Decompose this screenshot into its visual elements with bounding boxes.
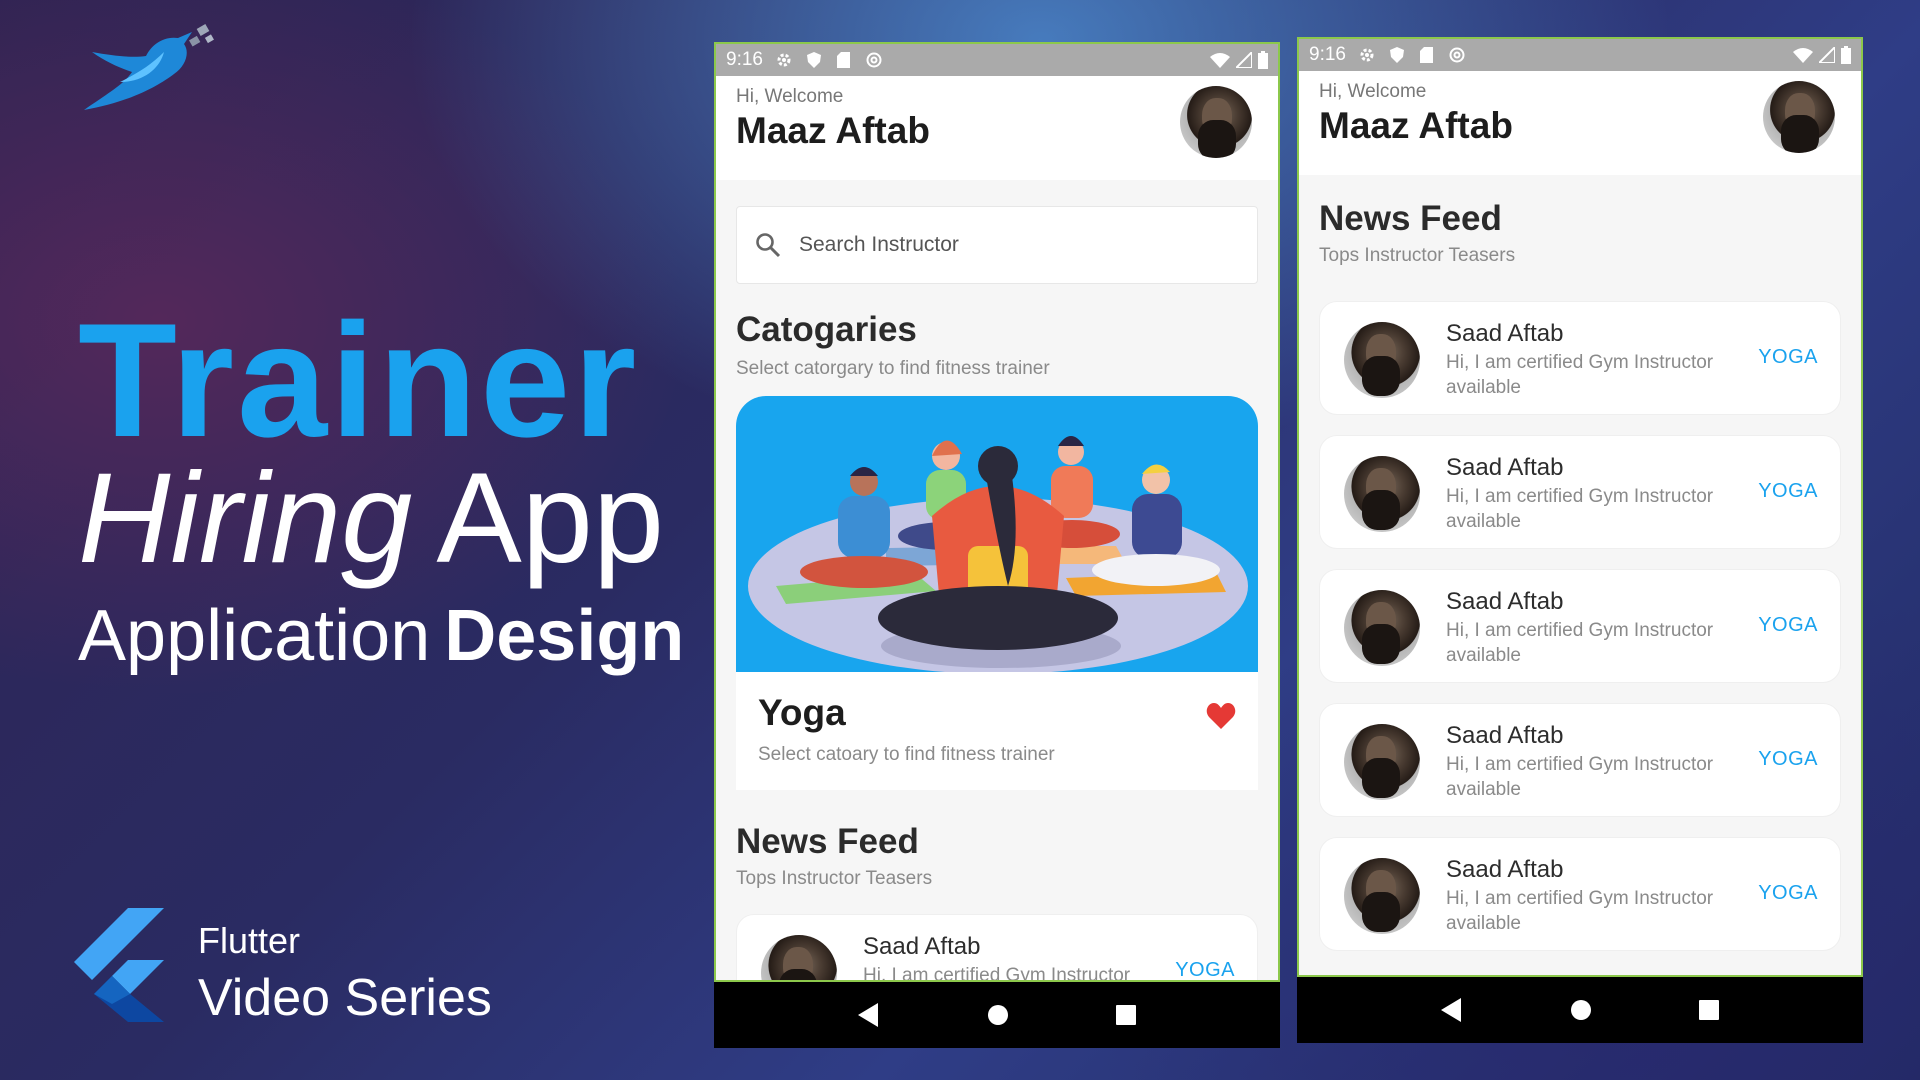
instructor-card[interactable]: Saad Aftab Hi, I am certified Gym Instru… <box>1319 301 1841 415</box>
search-placeholder: Search Instructor <box>799 233 959 256</box>
phone-home-screen: 9:16 Hi, Welcome Maaz Aftab Search Instr… <box>714 42 1280 1048</box>
instructor-avatar <box>1344 456 1420 532</box>
title-app: App <box>436 447 665 590</box>
navigation-bar <box>1297 977 1863 1043</box>
app-header: Hi, Welcome Maaz Aftab <box>1299 71 1861 175</box>
instructor-description: Hi, I am certified Gym Instructor availa… <box>1446 754 1714 800</box>
instructor-description: Hi, I am certified Gym Instructor availa… <box>1446 352 1714 398</box>
back-icon[interactable] <box>857 1003 880 1027</box>
app-screen: 9:16 Hi, Welcome Maaz Aftab Search Instr… <box>714 42 1280 982</box>
instructor-card[interactable]: Saad Aftab Hi, I am certified Gym Instru… <box>1319 703 1841 817</box>
yoga-illustration <box>736 396 1258 672</box>
bird-logo-icon <box>84 24 214 110</box>
category-card-title: Yoga <box>758 692 846 733</box>
title-hiring-app: Hiring App <box>78 455 664 583</box>
battery-icon <box>1258 51 1268 69</box>
search-input[interactable]: Search Instructor <box>736 206 1258 284</box>
instructor-card[interactable]: Saad Aftab Hi, I am certified Gym Instru… <box>736 914 1258 982</box>
news-feed-subtitle: Tops Instructor Teasers <box>736 868 933 889</box>
status-time: 9:16 <box>1309 44 1346 65</box>
instructor-category-tag[interactable]: YOGA <box>1175 959 1235 980</box>
instructor-category-tag[interactable]: YOGA <box>1758 882 1818 905</box>
signal-icon <box>1236 52 1252 68</box>
news-feed-title: News Feed <box>736 822 919 861</box>
instructor-category-tag[interactable]: YOGA <box>1758 480 1818 503</box>
title-hiring: Hiring <box>78 447 413 590</box>
subtitle-application: Application <box>78 596 431 676</box>
categories-subtitle: Select catorgary to find fitness trainer <box>736 358 1050 379</box>
status-right-icons <box>1210 51 1268 69</box>
categories-title: Catogaries <box>736 310 917 349</box>
subtitle-design: Design <box>444 596 685 676</box>
instructor-avatar <box>1344 590 1420 666</box>
series-title: Flutter <box>198 920 301 961</box>
greeting-text: Hi, Welcome <box>736 86 844 107</box>
shield-icon <box>805 51 823 69</box>
instructor-card[interactable]: Saad Aftab Hi, I am certified Gym Instru… <box>1319 435 1841 549</box>
category-card-yoga[interactable]: Yoga Select catoary to find fitness trai… <box>736 396 1258 790</box>
instructor-category-tag[interactable]: YOGA <box>1758 614 1818 637</box>
home-icon[interactable] <box>1570 999 1592 1021</box>
at-sign-icon <box>1448 46 1466 64</box>
instructor-avatar <box>1344 724 1420 800</box>
gear-icon <box>775 51 793 69</box>
at-sign-icon <box>865 51 883 69</box>
status-time: 9:16 <box>726 49 763 70</box>
status-right-icons <box>1793 46 1851 64</box>
instructor-avatar <box>1344 322 1420 398</box>
instructor-card[interactable]: Saad Aftab Hi, I am certified Gym Instru… <box>1319 569 1841 683</box>
battery-icon <box>1841 46 1851 64</box>
profile-avatar[interactable] <box>1180 86 1252 158</box>
greeting-text: Hi, Welcome <box>1319 81 1427 102</box>
wifi-icon <box>1793 48 1813 63</box>
app-screen: 9:16 Hi, Welcome Maaz Aftab News Feed To… <box>1297 37 1863 977</box>
instructor-category-tag[interactable]: YOGA <box>1758 748 1818 771</box>
instructor-card[interactable]: Saad Aftab Hi, I am certified Gym Instru… <box>1319 837 1841 951</box>
instructor-name: Saad Aftab <box>1446 588 1564 615</box>
back-icon[interactable] <box>1440 998 1463 1022</box>
series-subtitle: Video Series <box>198 969 492 1027</box>
instructor-description: Hi, I am certified Gym Instructor availa… <box>1446 486 1714 532</box>
instructor-description: Hi, I am certified Gym Instructor <box>863 965 1131 982</box>
instructor-description: Hi, I am certified Gym Instructor availa… <box>1446 620 1714 666</box>
title-trainer: Trainer <box>78 290 640 471</box>
favorite-heart-icon[interactable] <box>1206 702 1236 730</box>
instructor-avatar <box>761 935 837 980</box>
instructor-name: Saad Aftab <box>1446 454 1564 481</box>
signal-icon <box>1819 47 1835 63</box>
category-card-subtitle: Select catoary to find fitness trainer <box>758 744 1055 765</box>
status-bar: 9:16 <box>716 44 1278 76</box>
navigation-bar <box>714 982 1280 1048</box>
shield-icon <box>1388 46 1406 64</box>
flutter-logo-icon <box>74 908 164 1022</box>
news-feed-subtitle: Tops Instructor Teasers <box>1319 245 1516 266</box>
instructor-name: Saad Aftab <box>1446 722 1564 749</box>
instructor-name: Saad Aftab <box>1446 856 1564 883</box>
sd-card-icon <box>1418 46 1436 64</box>
recents-icon[interactable] <box>1699 1000 1720 1020</box>
app-header: Hi, Welcome Maaz Aftab <box>716 76 1278 180</box>
phone-feed-screen: 9:16 Hi, Welcome Maaz Aftab News Feed To… <box>1297 37 1863 1043</box>
instructor-avatar <box>1344 858 1420 934</box>
instructor-name: Saad Aftab <box>863 933 981 960</box>
wifi-icon <box>1210 53 1230 68</box>
status-bar: 9:16 <box>1299 39 1861 71</box>
instructor-description: Hi, I am certified Gym Instructor availa… <box>1446 888 1714 934</box>
instructor-name: Saad Aftab <box>1446 320 1564 347</box>
instructor-category-tag[interactable]: YOGA <box>1758 346 1818 369</box>
title-application-design: Application Design <box>78 600 684 672</box>
profile-avatar[interactable] <box>1763 81 1835 153</box>
gear-icon <box>1358 46 1376 64</box>
news-feed-title: News Feed <box>1319 199 1502 238</box>
sd-card-icon <box>835 51 853 69</box>
recents-icon[interactable] <box>1116 1005 1137 1025</box>
search-icon <box>756 233 781 258</box>
home-icon[interactable] <box>987 1004 1009 1026</box>
